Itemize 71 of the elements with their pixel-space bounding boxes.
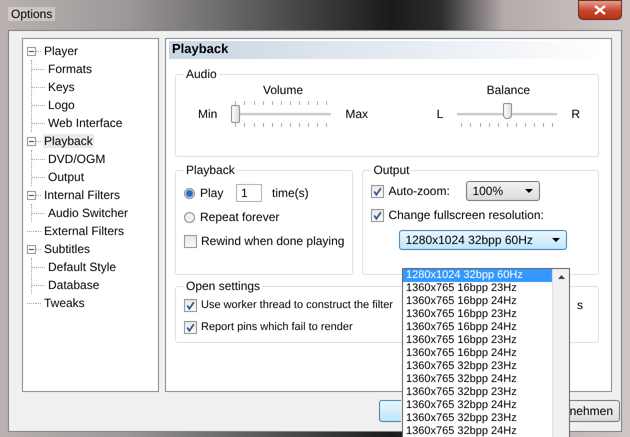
tree-item[interactable]: Logo — [47, 98, 76, 112]
scrollbar[interactable] — [552, 269, 569, 437]
collapse-icon[interactable] — [27, 46, 36, 56]
slider-title: Volume — [262, 83, 304, 99]
slider-label: Min — [198, 107, 218, 121]
tree-item[interactable]: Default Style — [47, 260, 118, 274]
resolution-option[interactable]: 1360x765 16bpp 23Hz — [403, 334, 552, 347]
tree-item[interactable]: Web Interface — [47, 116, 124, 130]
tree-item[interactable]: Tweaks — [43, 296, 86, 310]
slider-title: Balance — [486, 83, 530, 99]
group-title: Audio — [185, 67, 218, 81]
tree-item[interactable]: Subtitles — [43, 242, 92, 256]
resolution-option[interactable]: 1360x765 16bpp 24Hz — [403, 347, 552, 360]
tree-item[interactable]: DVD/OGM — [47, 152, 106, 166]
resolution-option[interactable]: 1360x765 16bpp 23Hz — [403, 282, 552, 295]
checkbox-label: Rewind when done playing — [201, 234, 344, 248]
slider-thumb[interactable] — [231, 105, 240, 123]
tree-item[interactable]: Playback — [43, 134, 94, 148]
resolution-option[interactable]: 1360x765 16bpp 24Hz — [403, 295, 552, 308]
checkbox-label: Change fullscreen resolution: — [388, 208, 544, 222]
checkbox[interactable] — [184, 298, 197, 312]
checkbox[interactable] — [371, 208, 384, 222]
group-title: Playback — [185, 163, 236, 177]
tree-item[interactable]: Player — [43, 44, 80, 58]
checkbox[interactable] — [184, 234, 197, 248]
radio-label: Repeat forever — [200, 210, 280, 224]
resolution-option[interactable]: 1360x765 16bpp 24Hz — [403, 321, 552, 334]
close-icon — [594, 5, 606, 15]
tree-item[interactable]: Internal Filters — [43, 188, 122, 202]
slider-label: R — [571, 107, 580, 121]
close-button[interactable] — [578, 0, 622, 20]
window-title: Options — [8, 7, 56, 21]
group-title: Output — [372, 163, 410, 177]
checkbox-label: Use worker thread to construct the filter — [201, 299, 393, 311]
scroll-up-icon — [558, 275, 564, 279]
checkbox[interactable] — [184, 320, 197, 334]
tree-item[interactable]: External Filters — [43, 224, 126, 238]
checkbox-label: Report pins which fail to render — [201, 321, 353, 333]
checkbox-label: s — [577, 298, 583, 312]
collapse-icon[interactable] — [27, 244, 36, 254]
checkbox[interactable] — [371, 184, 384, 198]
resolution-option[interactable]: 1360x765 32bpp 23Hz — [403, 386, 552, 399]
checkbox-label: Auto-zoom: — [388, 184, 451, 198]
focused-button[interactable] — [378, 400, 401, 422]
caret-icon — [552, 238, 560, 242]
slider-label: Max — [345, 107, 368, 121]
resolution-option[interactable]: 1360x765 16bpp 23Hz — [403, 308, 552, 321]
slider[interactable] — [231, 99, 332, 129]
tree-item[interactable]: Audio Switcher — [47, 206, 130, 220]
zoom-dropdown[interactable]: 100% — [466, 181, 540, 201]
group-title: Open settings — [185, 279, 262, 293]
unit-label: time(s) — [272, 186, 309, 200]
tree-item[interactable]: Formats — [47, 62, 94, 76]
tree-item[interactable]: Output — [47, 170, 86, 184]
resolution-option[interactable]: 1360x765 32bpp 23Hz — [403, 412, 552, 425]
radio-button[interactable] — [184, 188, 195, 198]
radio-button[interactable] — [184, 212, 195, 222]
collapse-icon[interactable] — [27, 190, 36, 200]
tree-item[interactable]: Database — [47, 278, 100, 292]
count-field[interactable]: 1 — [236, 184, 262, 202]
resolution-option[interactable]: 1360x765 32bpp 24Hz — [403, 399, 552, 412]
radio-label: Play — [200, 186, 224, 200]
slider-label: L — [436, 107, 444, 121]
caret-icon — [525, 189, 534, 193]
tree-item[interactable]: Keys — [47, 80, 76, 94]
resolution-option[interactable]: 1360x765 32bpp 24Hz — [403, 425, 552, 437]
resolution-option[interactable]: 1360x765 32bpp 23Hz — [403, 360, 552, 373]
resolution-dropdown[interactable]: 1280x1024 32bpp 60Hz — [399, 230, 568, 250]
resolution-option[interactable]: 1360x765 32bpp 24Hz — [403, 373, 552, 386]
slider-thumb[interactable] — [503, 103, 512, 119]
collapse-icon[interactable] — [27, 136, 36, 146]
